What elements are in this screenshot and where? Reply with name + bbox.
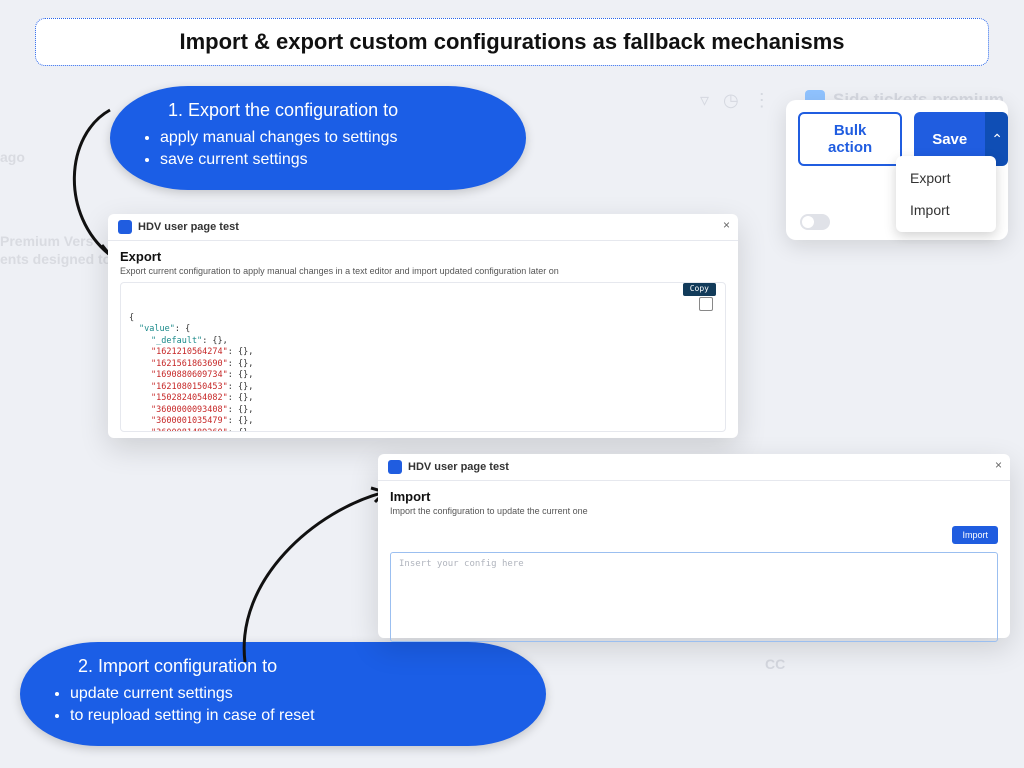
- import-button[interactable]: Import: [952, 526, 998, 544]
- dropdown-item-import[interactable]: Import: [896, 194, 996, 226]
- callout-export-bullet: apply manual changes to settings: [160, 127, 498, 149]
- callout-export-title: 1. Export the configuration to: [168, 100, 498, 121]
- import-modal-title: HDV user page test: [408, 461, 509, 473]
- export-modal: HDV user page test × Export Export curre…: [108, 214, 738, 438]
- callout-import-bullet: to reupload setting in case of reset: [70, 705, 518, 727]
- export-section-title: Export: [120, 249, 726, 264]
- callout-export: 1. Export the configuration to apply man…: [110, 86, 526, 190]
- bg-cc-text: CC: [765, 656, 785, 672]
- bg-fragment-ago: ago: [0, 148, 25, 166]
- copy-icon[interactable]: [699, 297, 713, 311]
- app-logo-icon: [118, 220, 132, 234]
- clock-icon: ◷: [723, 90, 739, 111]
- toggle-knob: [802, 216, 814, 228]
- import-modal-header: HDV user page test: [378, 454, 1010, 481]
- callout-export-bullet: save current settings: [160, 149, 498, 171]
- callout-export-list: apply manual changes to settings save cu…: [138, 127, 498, 172]
- export-section: Export Export current configuration to a…: [108, 241, 738, 282]
- toggle-switch[interactable]: [800, 214, 830, 230]
- import-section: Import Import the configuration to updat…: [378, 481, 1010, 522]
- actions-popover: Bulk action Save ⌃ Export Import: [786, 100, 1008, 240]
- bg-fragment-premium: Premium Vers ents designed to: [0, 232, 111, 268]
- import-section-title: Import: [390, 489, 998, 504]
- import-body: Import Insert your config here: [378, 522, 1010, 654]
- import-section-desc: Import the configuration to update the c…: [390, 506, 998, 516]
- export-modal-header: HDV user page test: [108, 214, 738, 241]
- page-title: Import & export custom configurations as…: [35, 18, 989, 66]
- export-modal-close[interactable]: ×: [723, 218, 730, 232]
- chevron-up-icon: ⌃: [991, 131, 1003, 148]
- callout-import-title: 2. Import configuration to: [78, 656, 518, 677]
- dropdown-item-export[interactable]: Export: [896, 162, 996, 194]
- import-textarea[interactable]: Insert your config here: [390, 552, 998, 642]
- funnel-icon: ▿: [700, 90, 709, 111]
- vdots-icon: ⋮: [753, 90, 771, 111]
- copy-button[interactable]: Copy: [683, 283, 716, 296]
- import-modal-close[interactable]: ×: [995, 458, 1002, 472]
- bulk-action-button[interactable]: Bulk action: [798, 112, 902, 166]
- import-textarea-placeholder: Insert your config here: [399, 559, 524, 569]
- import-modal: HDV user page test × Import Import the c…: [378, 454, 1010, 638]
- bg-fragment-premium-1: Premium Vers: [0, 233, 93, 249]
- callout-import: 2. Import configuration to update curren…: [20, 642, 546, 746]
- callout-import-bullet: update current settings: [70, 683, 518, 705]
- export-json-output[interactable]: Copy {"value": {"_default": {},"16212105…: [120, 282, 726, 432]
- callout-import-list: update current settings to reupload sett…: [48, 683, 518, 728]
- export-modal-title: HDV user page test: [138, 221, 239, 233]
- save-dropdown: Export Import: [896, 156, 996, 232]
- export-section-desc: Export current configuration to apply ma…: [120, 266, 726, 276]
- bg-icon-row: ▿ ◷ ⋮: [700, 90, 771, 111]
- app-logo-icon: [388, 460, 402, 474]
- export-json-lines: {"value": {"_default": {},"1621210564274…: [129, 313, 717, 432]
- bg-fragment-premium-2: ents designed to: [0, 251, 111, 267]
